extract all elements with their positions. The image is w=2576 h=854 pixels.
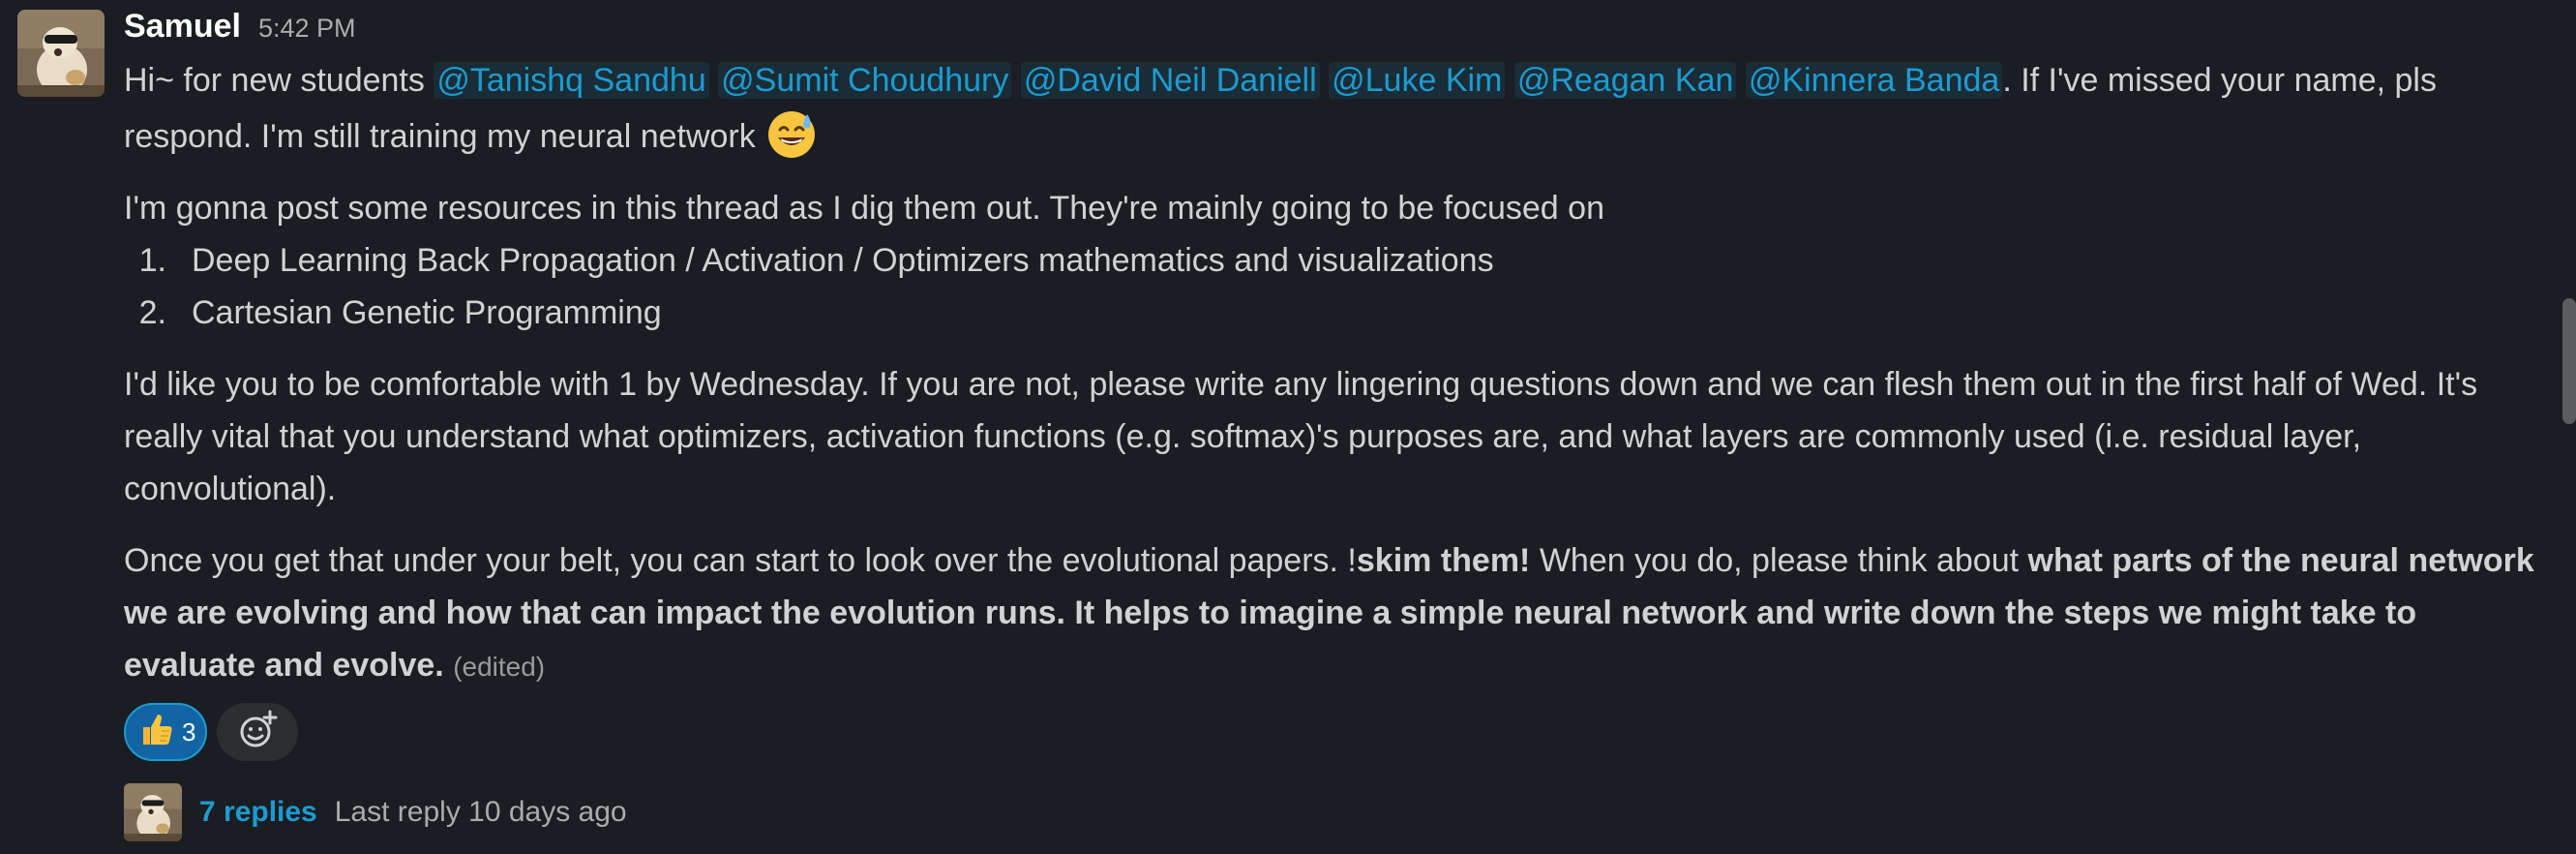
list-item-number: 2. [138, 294, 166, 331]
message-timestamp[interactable]: 5:42 PM [258, 14, 356, 44]
resource-list: 1. Deep Learning Back Propagation / Acti… [124, 234, 2543, 339]
list-item-text: Deep Learning Back Propagation / Activat… [192, 242, 1494, 279]
list-item: 2. Cartesian Genetic Programming [124, 287, 2543, 339]
mention-kinnera-banda[interactable]: @Kinnera Banda [1745, 62, 2003, 99]
mention-sumit-choudhury[interactable]: @Sumit Choudhury [718, 62, 1012, 99]
message-paragraph-2: I'm gonna post some resources in this th… [124, 190, 1604, 227]
add-reaction-button[interactable] [217, 703, 299, 761]
thread-reply-avatar [124, 783, 182, 841]
list-item-text: Cartesian Genetic Programming [192, 294, 662, 331]
sweat-smile-emoji-icon [764, 107, 819, 161]
thread-summary[interactable]: 7 replies Last reply 10 days ago [124, 782, 2543, 842]
edited-label: (edited) [453, 652, 546, 682]
reaction-count: 3 [182, 717, 196, 747]
paragraph-4-intro: Once you get that under your belt, you c… [124, 542, 1357, 579]
mention-luke-kim[interactable]: @Luke Kim [1329, 62, 1506, 99]
thread-replies-link[interactable]: 7 replies [199, 796, 317, 829]
thread-last-reply: Last reply 10 days ago [334, 796, 627, 828]
paragraph-4-mid: When you do, please think about [1530, 542, 2028, 579]
sender-avatar[interactable] [17, 10, 105, 97]
thumbs-up-icon [137, 710, 176, 755]
message: Samuel 5:42 PM Hi~ for new students @Tan… [0, 0, 2576, 854]
message-paragraph-1: Hi~ for new students @Tanishq Sandhu @Su… [124, 54, 2543, 163]
scrollbar-thumb[interactable] [2562, 298, 2576, 424]
sender-name[interactable]: Samuel [124, 8, 241, 46]
thumbs-up-reaction[interactable]: 3 [124, 703, 208, 761]
paragraph-4-bold-skim: skim them! [1356, 542, 1531, 579]
mention-tanishq-sandhu[interactable]: @Tanishq Sandhu [434, 62, 709, 99]
reactions-bar: 3 [124, 703, 2543, 761]
mention-david-neil-daniell[interactable]: @David Neil Daniell [1020, 62, 1320, 99]
message-paragraph-3: I'd like you to be comfortable with 1 by… [124, 366, 2478, 507]
paragraph-1-intro: Hi~ for new students [124, 62, 434, 99]
mention-reagan-kan[interactable]: @Reagan Kan [1513, 62, 1737, 99]
message-header: Samuel 5:42 PM [124, 0, 2543, 54]
list-item: 1. Deep Learning Back Propagation / Acti… [124, 234, 2543, 287]
message-paragraph-4: Once you get that under your belt, you c… [124, 534, 2543, 693]
message-content: Samuel 5:42 PM Hi~ for new students @Tan… [124, 0, 2543, 842]
list-item-number: 1. [138, 242, 166, 279]
add-reaction-icon [236, 709, 279, 756]
